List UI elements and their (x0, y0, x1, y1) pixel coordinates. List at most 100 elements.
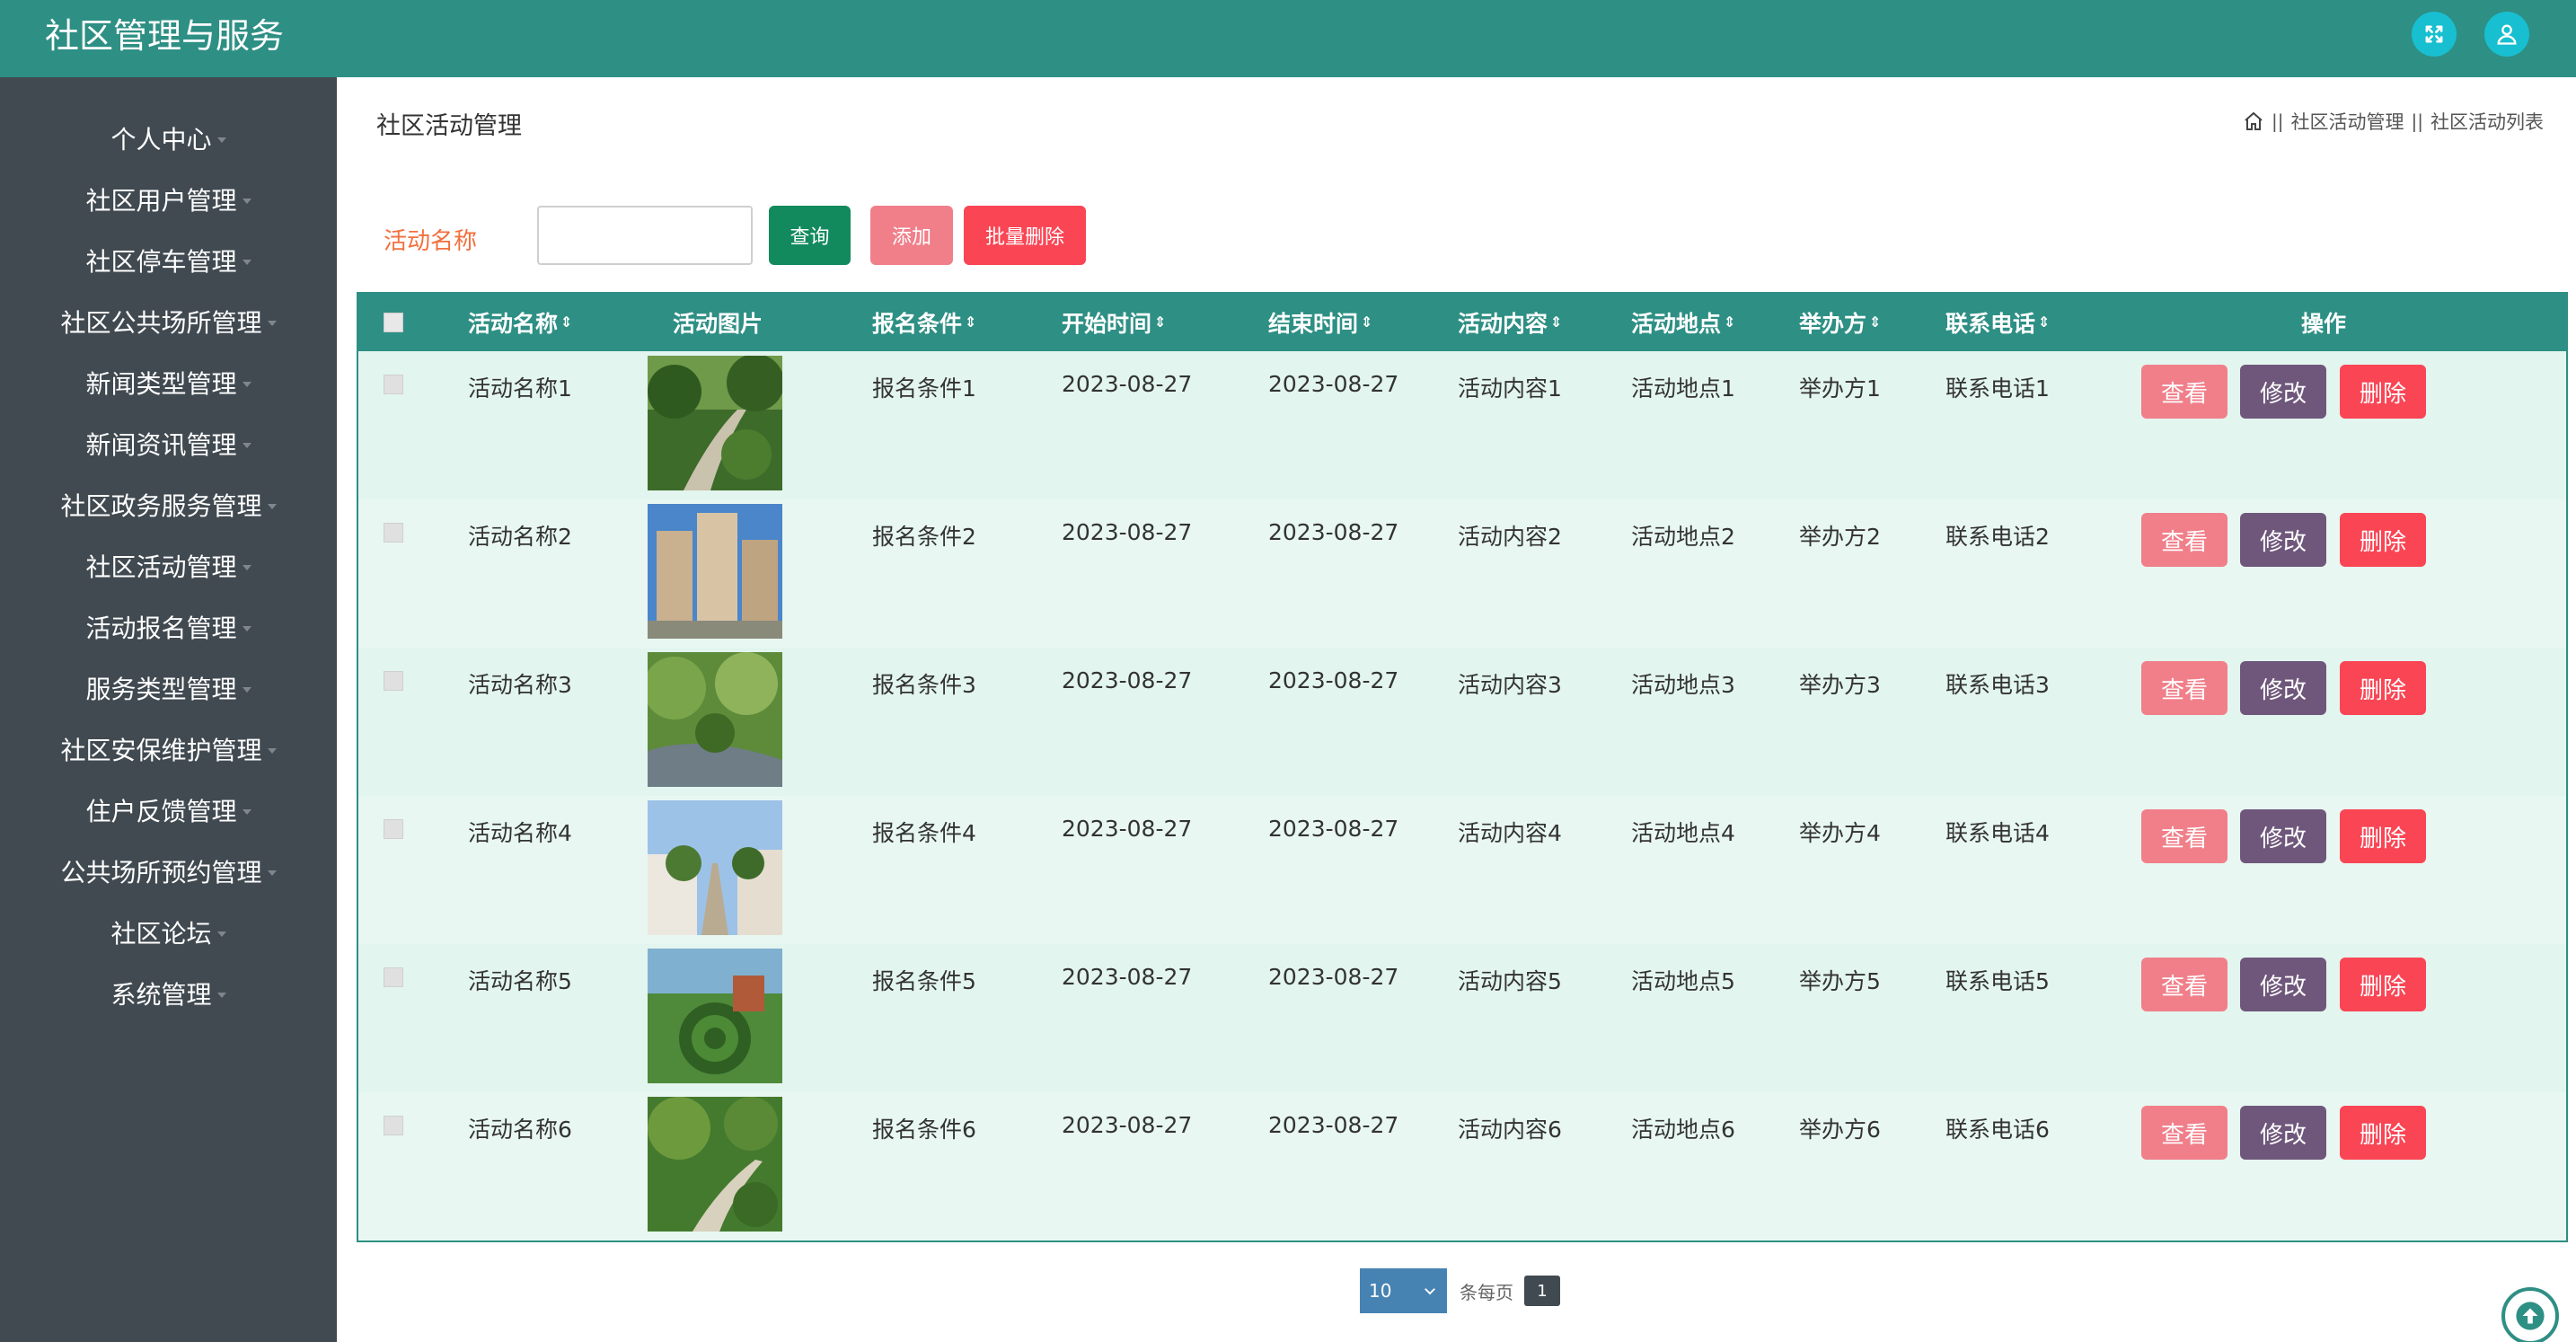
edit-button[interactable]: 修改 (2240, 809, 2326, 863)
sidebar-item[interactable]: 系统管理 (0, 963, 337, 1024)
add-button[interactable]: 添加 (870, 206, 953, 265)
caret-down-icon (267, 504, 277, 509)
edit-button[interactable]: 修改 (2240, 513, 2326, 567)
cell-phone: 联系电话1 (1945, 375, 2050, 402)
cell-location: 活动地点2 (1631, 524, 1735, 550)
header-location[interactable]: 活动地点 ⇕ (1631, 294, 1735, 351)
header-name[interactable]: 活动名称 ⇕ (468, 294, 572, 351)
sidebar-item[interactable]: 个人中心 (0, 108, 337, 169)
delete-button[interactable]: 删除 (2340, 1106, 2426, 1160)
row-checkbox[interactable] (384, 819, 403, 839)
delete-button[interactable]: 删除 (2340, 958, 2426, 1011)
home-icon[interactable] (2243, 110, 2264, 132)
activity-image[interactable] (648, 356, 782, 490)
view-button[interactable]: 查看 (2141, 513, 2228, 567)
delete-button[interactable]: 删除 (2340, 661, 2426, 715)
view-button[interactable]: 查看 (2141, 661, 2228, 715)
table-row: 活动名称6 报名条件6 2023-08-27 2023-08-27 活动内容6 活动地点6… (358, 1092, 2566, 1240)
page-size-select[interactable]: 10 (1360, 1268, 1447, 1313)
query-button[interactable]: 查询 (769, 206, 851, 265)
edit-button[interactable]: 修改 (2240, 365, 2326, 419)
table-row: 活动名称2 报名条件2 2023-08-27 2023-08-27 活动内容2 活动地点2… (358, 499, 2566, 648)
sidebar-item[interactable]: 新闻资讯管理 (0, 413, 337, 474)
per-page-label: 条每页 (1460, 1281, 1513, 1303)
view-button[interactable]: 查看 (2141, 809, 2228, 863)
edit-button[interactable]: 修改 (2240, 1106, 2326, 1160)
caret-down-icon (242, 260, 251, 265)
sidebar-item[interactable]: 活动报名管理 (0, 596, 337, 658)
breadcrumb-item[interactable]: 社区活动管理 (2291, 108, 2404, 135)
sidebar-item[interactable]: 社区用户管理 (0, 169, 337, 230)
cell-content: 活动内容6 (1458, 1117, 1562, 1143)
activity-image[interactable] (648, 1097, 782, 1232)
cell-organizer: 举办方1 (1799, 375, 1881, 402)
delete-button[interactable]: 删除 (2340, 809, 2426, 863)
header-start[interactable]: 开始时间 ⇕ (1062, 294, 1166, 351)
activity-image[interactable] (648, 504, 782, 639)
sidebar-item[interactable]: 社区论坛 (0, 902, 337, 963)
sidebar-item-label: 社区用户管理 (85, 186, 237, 216)
row-checkbox[interactable] (384, 967, 403, 987)
sidebar-item-label: 社区停车管理 (85, 247, 237, 277)
sidebar-item[interactable]: 服务类型管理 (0, 658, 337, 719)
main-content: 社区活动管理 || 社区活动管理 || 社区活动列表 活动名称 查询 添加 批量… (337, 77, 2576, 1342)
row-checkbox[interactable] (384, 671, 403, 691)
cell-phone: 联系电话2 (1945, 524, 2050, 550)
edit-button[interactable]: 修改 (2240, 661, 2326, 715)
cell-phone: 联系电话5 (1945, 968, 2050, 994)
cell-content: 活动内容3 (1458, 672, 1562, 698)
row-checkbox[interactable] (384, 1116, 403, 1135)
arrow-up-icon (2516, 1302, 2545, 1330)
sidebar-item[interactable]: 公共场所预约管理 (0, 841, 337, 902)
header-image: 活动图片 (673, 311, 763, 337)
table-row: 活动名称3 报名条件3 2023-08-27 2023-08-27 活动内容3 活动地点3… (358, 648, 2566, 796)
cell-location: 活动地点3 (1631, 672, 1735, 698)
cell-name: 活动名称2 (468, 524, 572, 550)
header-end[interactable]: 结束时间 ⇕ (1268, 294, 1372, 351)
cell-organizer: 举办方5 (1799, 968, 1881, 994)
sidebar-item[interactable]: 社区安保维护管理 (0, 719, 337, 780)
cell-condition: 报名条件3 (872, 672, 976, 698)
activity-image[interactable] (648, 800, 782, 935)
delete-button[interactable]: 删除 (2340, 513, 2426, 567)
cell-start: 2023-08-27 (1062, 1112, 1193, 1138)
edit-button[interactable]: 修改 (2240, 958, 2326, 1011)
chevron-down-icon (1425, 1288, 1435, 1295)
activity-image[interactable] (648, 652, 782, 787)
sidebar-item[interactable]: 社区政务服务管理 (0, 474, 337, 535)
cell-condition: 报名条件6 (872, 1117, 976, 1143)
delete-button[interactable]: 删除 (2340, 365, 2426, 419)
view-button[interactable]: 查看 (2141, 958, 2228, 1011)
header-phone[interactable]: 联系电话 ⇕ (1945, 294, 2050, 351)
sort-icon: ⇕ (1724, 313, 1736, 331)
row-checkbox[interactable] (384, 375, 403, 394)
user-icon[interactable] (2484, 12, 2529, 57)
cell-name: 活动名称4 (468, 820, 572, 846)
header-condition[interactable]: 报名条件 ⇕ (872, 294, 976, 351)
caret-down-icon (242, 809, 251, 815)
caret-down-icon (242, 626, 251, 631)
caret-down-icon (242, 199, 251, 204)
fullscreen-icon[interactable] (2412, 12, 2457, 57)
activity-image[interactable] (648, 949, 782, 1083)
row-checkbox[interactable] (384, 523, 403, 543)
sidebar-item[interactable]: 社区活动管理 (0, 535, 337, 596)
view-button[interactable]: 查看 (2141, 365, 2228, 419)
cell-organizer: 举办方2 (1799, 524, 1881, 550)
page-number-current[interactable]: 1 (1524, 1276, 1560, 1306)
sidebar-item[interactable]: 社区停车管理 (0, 230, 337, 291)
cell-location: 活动地点6 (1631, 1117, 1735, 1143)
batch-delete-button[interactable]: 批量删除 (964, 206, 1086, 265)
sidebar-item[interactable]: 新闻类型管理 (0, 352, 337, 413)
back-to-top-button[interactable] (2501, 1287, 2559, 1342)
header-content[interactable]: 活动内容 ⇕ (1458, 294, 1562, 351)
sidebar-item-label: 新闻类型管理 (85, 369, 237, 399)
header-organizer[interactable]: 举办方 ⇕ (1799, 294, 1881, 351)
select-all-checkbox[interactable] (384, 313, 403, 332)
sidebar-item[interactable]: 社区公共场所管理 (0, 291, 337, 352)
sidebar-item[interactable]: 住户反馈管理 (0, 780, 337, 841)
sort-icon: ⇕ (1154, 313, 1167, 331)
view-button[interactable]: 查看 (2141, 1106, 2228, 1160)
search-label: 活动名称 (384, 228, 478, 255)
activity-name-input[interactable] (537, 206, 753, 265)
